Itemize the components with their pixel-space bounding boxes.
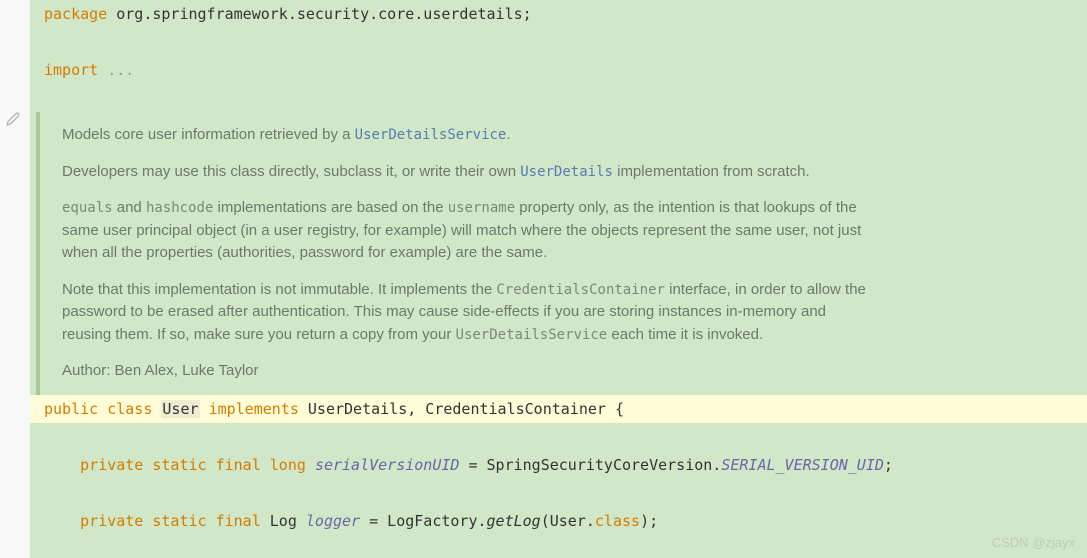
code-line-blank <box>30 479 1087 507</box>
doc-paragraph: equals and hashcode implementations are … <box>62 197 867 265</box>
doc-paragraph: Models core user information retrieved b… <box>62 124 867 147</box>
code-editor[interactable]: package org.springframework.security.cor… <box>30 0 1087 558</box>
code-line-import[interactable]: import ... <box>30 56 1087 84</box>
code-line-blank <box>30 84 1087 112</box>
code-line-class-decl: public class User implements UserDetails… <box>30 395 1087 423</box>
code-line-blank <box>30 28 1087 56</box>
doc-link-userdetails[interactable]: UserDetails <box>520 164 613 180</box>
code-line-blank <box>30 423 1087 451</box>
doc-paragraph: Note that this implementation is not imm… <box>62 279 867 347</box>
code-line-package: package org.springframework.security.cor… <box>30 0 1087 28</box>
code-line-field: private static final Log logger = LogFac… <box>30 507 1087 535</box>
javadoc-block: Models core user information retrieved b… <box>36 112 1087 395</box>
doc-author: Author: Ben Alex, Luke Taylor <box>62 360 867 383</box>
code-line-field: private static final long serialVersionU… <box>30 451 1087 479</box>
doc-paragraph: Developers may use this class directly, … <box>62 161 867 184</box>
doc-link-userdetailsservice[interactable]: UserDetailsService <box>355 127 507 143</box>
watermark-text: CSDN @zjayx <box>992 535 1075 550</box>
text-cursor[interactable]: User <box>161 400 199 418</box>
editor-gutter <box>0 0 30 558</box>
pencil-icon <box>6 112 20 130</box>
